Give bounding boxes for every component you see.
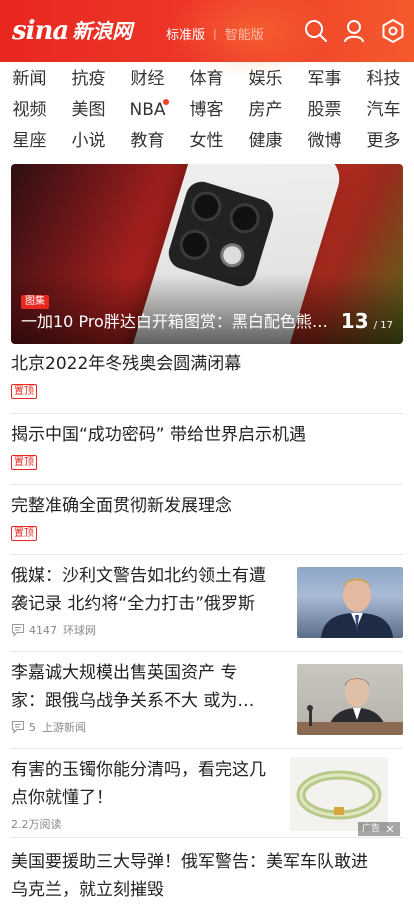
- settings-icon[interactable]: [380, 18, 406, 44]
- channel-nav: 新闻 抗疫 财经 体育 娱乐 军事 科技 视频 美图 NBA 博客 房产 股票 …: [0, 62, 414, 158]
- news-source: 上游新闻: [42, 721, 86, 734]
- comment-count: 4147: [29, 623, 57, 637]
- comment-icon: [11, 720, 25, 734]
- nav-item-entertainment[interactable]: 娱乐: [236, 64, 295, 94]
- logo-text-cn: 新浪网: [72, 19, 133, 43]
- nav-item-health[interactable]: 健康: [236, 126, 295, 156]
- ad-thumbnail[interactable]: [290, 757, 388, 831]
- nav-item-more[interactable]: 更多: [354, 126, 413, 156]
- close-icon[interactable]: [384, 824, 396, 834]
- pinned-badge: 置顶: [11, 526, 37, 541]
- search-icon[interactable]: [303, 18, 329, 44]
- photo-counter-current: 13: [340, 309, 369, 333]
- list-item[interactable]: 完整准确全面贯彻新发展理念 置顶: [11, 492, 403, 555]
- nav-item-finance[interactable]: 财经: [118, 64, 177, 94]
- news-meta: 2.2万阅读: [11, 816, 62, 832]
- version-smart[interactable]: 智能版: [225, 24, 264, 43]
- logo-text-en: sina: [12, 16, 69, 46]
- nav-item-novel[interactable]: 小说: [59, 126, 118, 156]
- news-title[interactable]: 揭示中国“成功密码” 带给世界启示机遇: [11, 421, 403, 449]
- nav-item-astrology[interactable]: 星座: [0, 126, 59, 156]
- list-item[interactable]: 揭示中国“成功密码” 带给世界启示机遇 置顶: [11, 421, 403, 485]
- user-icon[interactable]: [342, 18, 368, 44]
- nav-item-sports[interactable]: 体育: [177, 64, 236, 94]
- hero-gallery[interactable]: 图集 一加10 Pro胖达白开箱图赏：黑白配色熊… 13 / 17: [11, 164, 403, 344]
- news-title[interactable]: 完整准确全面贯彻新发展理念: [11, 492, 403, 520]
- nav-item-military[interactable]: 军事: [295, 64, 354, 94]
- list-item[interactable]: 李嘉诚大规模出售英国资产 专 家：跟俄乌战争关系不大 或为… 5 上游新闻: [11, 659, 403, 749]
- photo-counter-total: / 17: [373, 320, 393, 331]
- nba-update-dot: [163, 99, 169, 105]
- version-separator: |: [213, 27, 217, 40]
- news-thumbnail[interactable]: [297, 664, 403, 735]
- news-title[interactable]: 北京2022年冬残奥会圆满闭幕: [11, 350, 403, 378]
- list-item[interactable]: 北京2022年冬残奥会圆满闭幕 置顶: [11, 350, 403, 414]
- pinned-badge: 置顶: [11, 384, 37, 399]
- comment-icon: [11, 623, 25, 637]
- list-item[interactable]: 美国要援助三大导弹！俄军警告：美军车队敢进 乌克兰，就立刻摧毁: [11, 848, 403, 908]
- nav-item-video[interactable]: 视频: [0, 95, 59, 125]
- news-title[interactable]: 有害的玉镯你能分清吗，看完这几 点你就懂了！: [11, 756, 281, 812]
- nav-item-house[interactable]: 房产: [236, 95, 295, 125]
- version-switch[interactable]: 标准版 | 智能版: [166, 24, 264, 43]
- nav-item-photos[interactable]: 美图: [59, 95, 118, 125]
- hero-title[interactable]: 一加10 Pro胖达白开箱图赏：黑白配色熊…: [21, 311, 341, 333]
- gallery-tag: 图集: [21, 295, 49, 309]
- news-meta: 4147 环球网: [11, 622, 96, 638]
- news-meta: 5 上游新闻: [11, 719, 86, 735]
- nav-item-blog[interactable]: 博客: [177, 95, 236, 125]
- nav-item-education[interactable]: 教育: [118, 126, 177, 156]
- news-source: 环球网: [63, 624, 96, 637]
- nav-item-auto[interactable]: 汽车: [354, 95, 413, 125]
- sina-logo[interactable]: sina 新浪网: [12, 14, 132, 48]
- nav-item-covid[interactable]: 抗疫: [59, 64, 118, 94]
- version-standard[interactable]: 标准版: [166, 24, 205, 43]
- pinned-badge: 置顶: [11, 455, 37, 470]
- ad-badge: 广告: [357, 822, 400, 836]
- nav-item-news[interactable]: 新闻: [0, 64, 59, 94]
- list-item[interactable]: 俄媒：沙利文警告如北约领土有遭 袭记录 北约将“全力打击”俄罗斯 4147 环球…: [11, 562, 403, 652]
- read-count: 2.2万阅读: [11, 818, 62, 831]
- photo-counter: 13 / 17: [341, 310, 393, 337]
- top-header: sina 新浪网 标准版 | 智能版: [0, 0, 414, 80]
- nav-item-weibo[interactable]: 微博: [295, 126, 354, 156]
- nav-item-tech[interactable]: 科技: [354, 64, 413, 94]
- news-thumbnail[interactable]: [297, 567, 403, 638]
- news-title[interactable]: 俄媒：沙利文警告如北约领土有遭 袭记录 北约将“全力打击”俄罗斯: [11, 562, 291, 618]
- news-title[interactable]: 李嘉诚大规模出售英国资产 专 家：跟俄乌战争关系不大 或为…: [11, 659, 291, 715]
- list-item[interactable]: 有害的玉镯你能分清吗，看完这几 点你就懂了！ 2.2万阅读: [11, 756, 403, 838]
- comment-count: 5: [29, 720, 36, 734]
- nav-item-stocks[interactable]: 股票: [295, 95, 354, 125]
- nav-item-women[interactable]: 女性: [177, 126, 236, 156]
